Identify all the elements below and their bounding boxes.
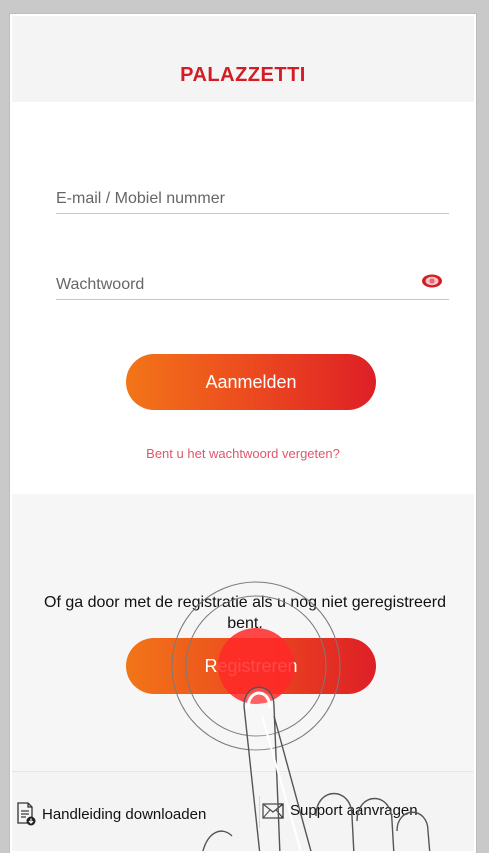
footer-divider [259, 796, 260, 828]
login-button[interactable]: Aanmelden [126, 354, 376, 410]
footer-bar: Handleiding downloaden Support aanvragen [12, 771, 474, 851]
login-form: Aanmelden Bent u het wachtwoord vergeten… [12, 102, 474, 494]
document-download-icon [17, 802, 36, 826]
envelope-icon [262, 802, 284, 819]
eye-icon[interactable] [421, 274, 443, 288]
request-support-label: Support aanvragen [290, 802, 418, 819]
download-manual-label: Handleiding downloaden [42, 805, 207, 823]
password-input[interactable] [56, 270, 449, 299]
palazzetti-logo: PALAZZETTI [180, 64, 306, 86]
header: PALAZZETTI [12, 16, 474, 102]
email-field-container [56, 184, 449, 214]
forgot-password-link[interactable]: Bent u het wachtwoord vergeten? [12, 446, 474, 461]
download-manual-button[interactable]: Handleiding downloaden [16, 802, 206, 826]
password-field-container [56, 270, 449, 300]
app-screen: PALAZZETTI Aanmelden Bent u het wachtwoo… [10, 14, 476, 853]
email-input[interactable] [56, 184, 449, 213]
register-button[interactable]: Registreren [126, 638, 376, 694]
register-prompt: Of ga door met de registratie als u nog … [44, 594, 446, 632]
request-support-button[interactable]: Support aanvragen [262, 802, 418, 819]
